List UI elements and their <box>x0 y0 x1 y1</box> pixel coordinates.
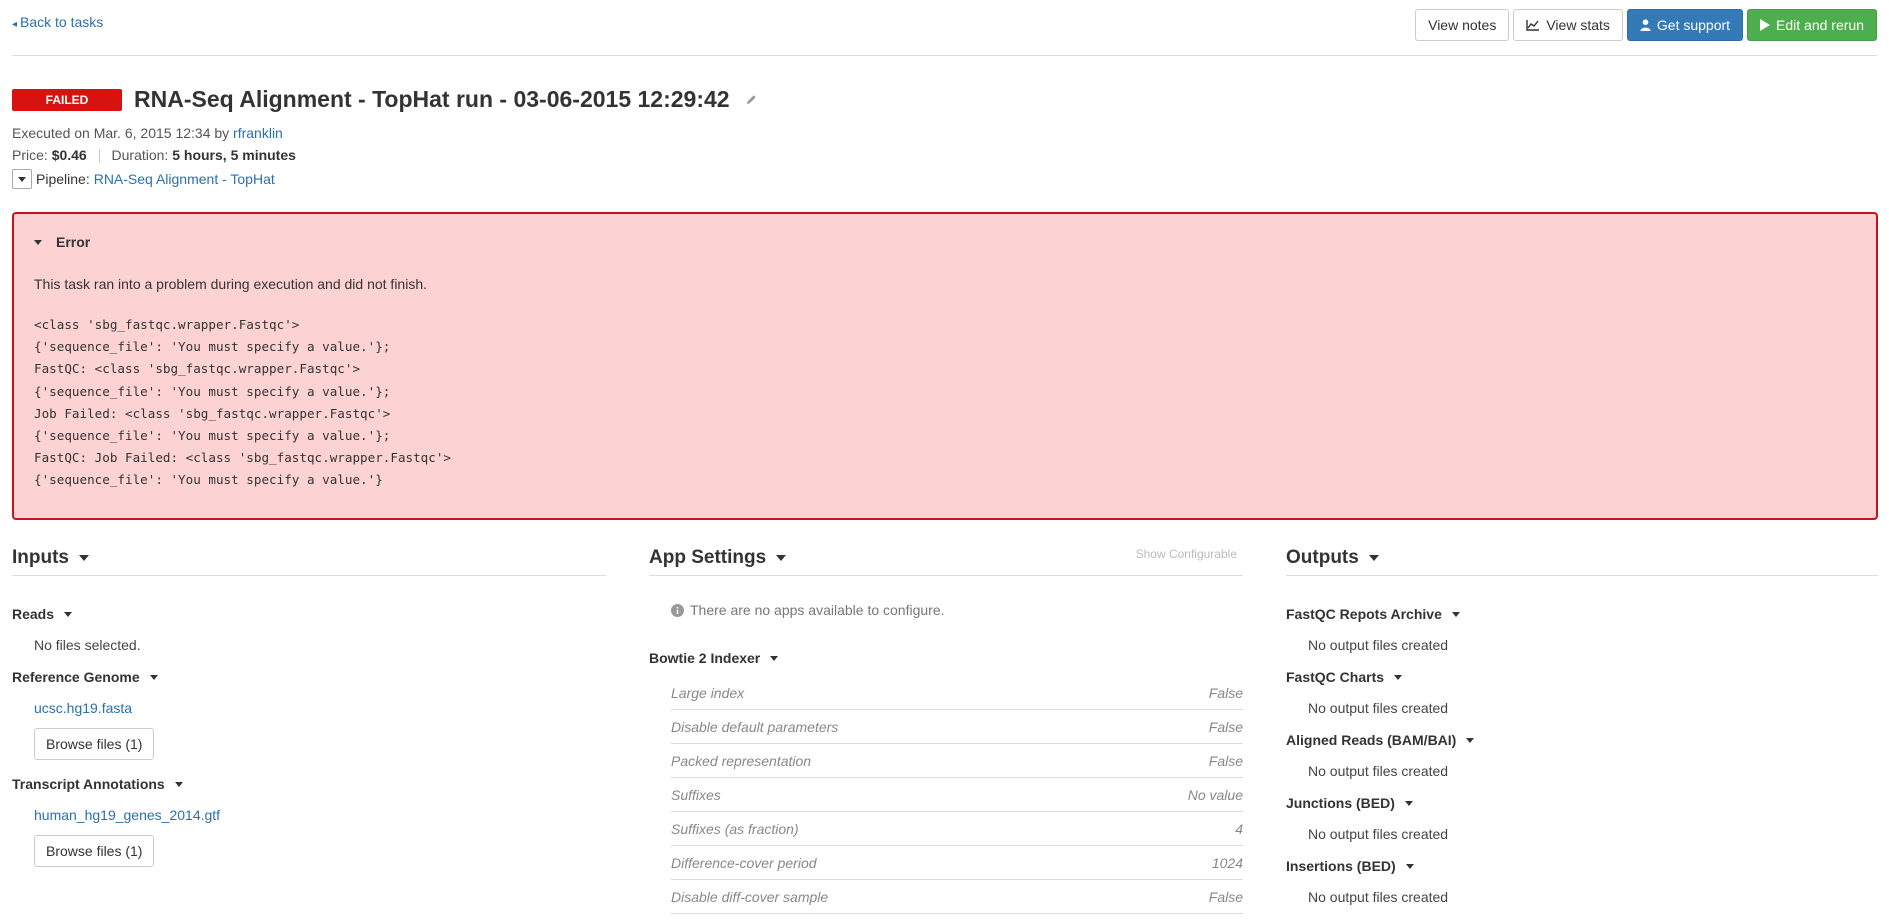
top-bar: ◂ Back to tasks View notes View stats Get… <box>12 0 1877 56</box>
line-chart-icon <box>1526 20 1540 31</box>
output-status: No output files created <box>1308 637 1449 653</box>
bowtie-indexer-toggle[interactable]: Bowtie 2 Indexer <box>649 648 1243 668</box>
annotation-file-link[interactable]: human_hg19_genes_2014.gtf <box>34 807 220 823</box>
no-apps-notice: There are no apps available to configure… <box>649 602 1243 618</box>
reads-section-toggle[interactable]: Reads <box>12 604 606 624</box>
caret-down-icon <box>770 655 779 661</box>
outputs-header[interactable]: Outputs <box>1286 540 1878 576</box>
output-section-toggle[interactable]: Insertions (BED) <box>1286 856 1878 876</box>
page-title: RNA-Seq Alignment - TopHat run - 03-06-2… <box>134 86 730 112</box>
setting-row: Suffixes No value <box>671 778 1243 812</box>
executed-info: Executed on Mar. 6, 2015 12:34 by rfrank… <box>12 125 283 141</box>
caret-down-icon <box>149 674 158 680</box>
caret-down-icon <box>1451 611 1460 617</box>
divider <box>98 149 100 164</box>
reads-value: No files selected. <box>34 637 141 653</box>
caret-down-icon <box>776 554 787 561</box>
task-title-row: FAILED RNA-Seq Alignment - TopHat run - … <box>12 86 757 113</box>
play-icon <box>1760 19 1771 31</box>
output-section-toggle[interactable]: Aligned Reads (BAM/BAI) <box>1286 730 1878 750</box>
caret-down-icon <box>64 611 73 617</box>
info-icon <box>671 603 684 617</box>
inputs-header[interactable]: Inputs <box>12 540 606 576</box>
caret-down-icon <box>1368 554 1379 561</box>
status-badge: FAILED <box>12 88 122 111</box>
duration-value: 5 hours, 5 minutes <box>172 147 296 163</box>
user-icon <box>1640 19 1651 31</box>
view-stats-button[interactable]: View stats <box>1513 9 1623 41</box>
caret-down-icon <box>18 176 26 182</box>
pencil-icon[interactable] <box>746 94 757 105</box>
view-notes-button[interactable]: View notes <box>1415 9 1510 41</box>
user-link[interactable]: rfranklin <box>233 125 283 141</box>
output-section-toggle[interactable]: FastQC Charts <box>1286 667 1878 687</box>
task-page: ◂ Back to tasks View notes View stats Get… <box>0 0 1889 921</box>
edit-and-rerun-button[interactable]: Edit and rerun <box>1747 9 1877 41</box>
setting-row: Disable default parameters False <box>671 710 1243 744</box>
pipeline-info: Pipeline: RNA-Seq Alignment - TopHat <box>12 169 275 189</box>
transcript-annotations-toggle[interactable]: Transcript Annotations <box>12 774 606 794</box>
settings-list: Large index False Disable default paramet… <box>671 676 1243 914</box>
price-value: $0.46 <box>51 147 87 163</box>
error-panel: Error This task ran into a problem durin… <box>12 212 1878 520</box>
output-section-toggle[interactable]: FastQC Repots Archive <box>1286 604 1878 624</box>
get-support-button[interactable]: Get support <box>1626 9 1744 41</box>
pipeline-link[interactable]: RNA-Seq Alignment - TopHat <box>94 171 275 187</box>
setting-row: Packed representation False <box>671 744 1243 778</box>
setting-row: Large index False <box>671 676 1243 710</box>
output-status: No output files created <box>1308 889 1449 905</box>
reference-genome-toggle[interactable]: Reference Genome <box>12 667 606 687</box>
app-settings-header[interactable]: App Settings Show Configurable <box>649 540 1243 576</box>
reference-file-link[interactable]: ucsc.hg19.fasta <box>34 700 132 716</box>
setting-row: Difference-cover period 1024 <box>671 846 1243 880</box>
error-log: <class 'sbg_fastqc.wrapper.Fastqc'> {'se… <box>34 317 452 488</box>
output-section-toggle[interactable]: Junctions (BED) <box>1286 793 1878 813</box>
caret-down-icon <box>1405 863 1414 869</box>
outputs-column: Outputs FastQC Repots Archive No output … <box>1286 540 1878 905</box>
caret-down-icon <box>1404 800 1413 806</box>
output-status: No output files created <box>1308 826 1449 842</box>
caret-left-icon: ◂ <box>12 19 18 30</box>
output-status: No output files created <box>1308 763 1449 779</box>
inputs-column: Inputs Reads No files selected. Referenc… <box>12 540 606 867</box>
browse-files-button[interactable]: Browse files (1) <box>34 835 155 867</box>
error-toggle[interactable]: Error <box>34 234 1856 250</box>
caret-down-icon <box>1466 737 1475 743</box>
app-settings-column: App Settings Show Configurable There are… <box>649 540 1243 914</box>
browse-files-button[interactable]: Browse files (1) <box>34 728 155 760</box>
caret-down-icon <box>1394 674 1403 680</box>
caret-down-icon <box>174 781 183 787</box>
show-configurable-toggle[interactable]: Show Configurable <box>1136 547 1237 561</box>
caret-down-icon <box>34 239 42 245</box>
output-status: No output files created <box>1308 700 1449 716</box>
setting-row: Suffixes (as fraction) 4 <box>671 812 1243 846</box>
setting-row: Disable diff-cover sample False <box>671 880 1243 914</box>
error-message: This task ran into a problem during exec… <box>34 276 428 292</box>
caret-down-icon <box>79 554 89 561</box>
pipeline-dropdown-toggle[interactable] <box>12 169 32 189</box>
price-duration: Price: $0.46 Duration: 5 hours, 5 minute… <box>12 147 296 164</box>
task-actions: View notes View stats Get support Edit a… <box>1415 9 1877 41</box>
back-to-tasks-link[interactable]: ◂ Back to tasks <box>12 14 103 30</box>
